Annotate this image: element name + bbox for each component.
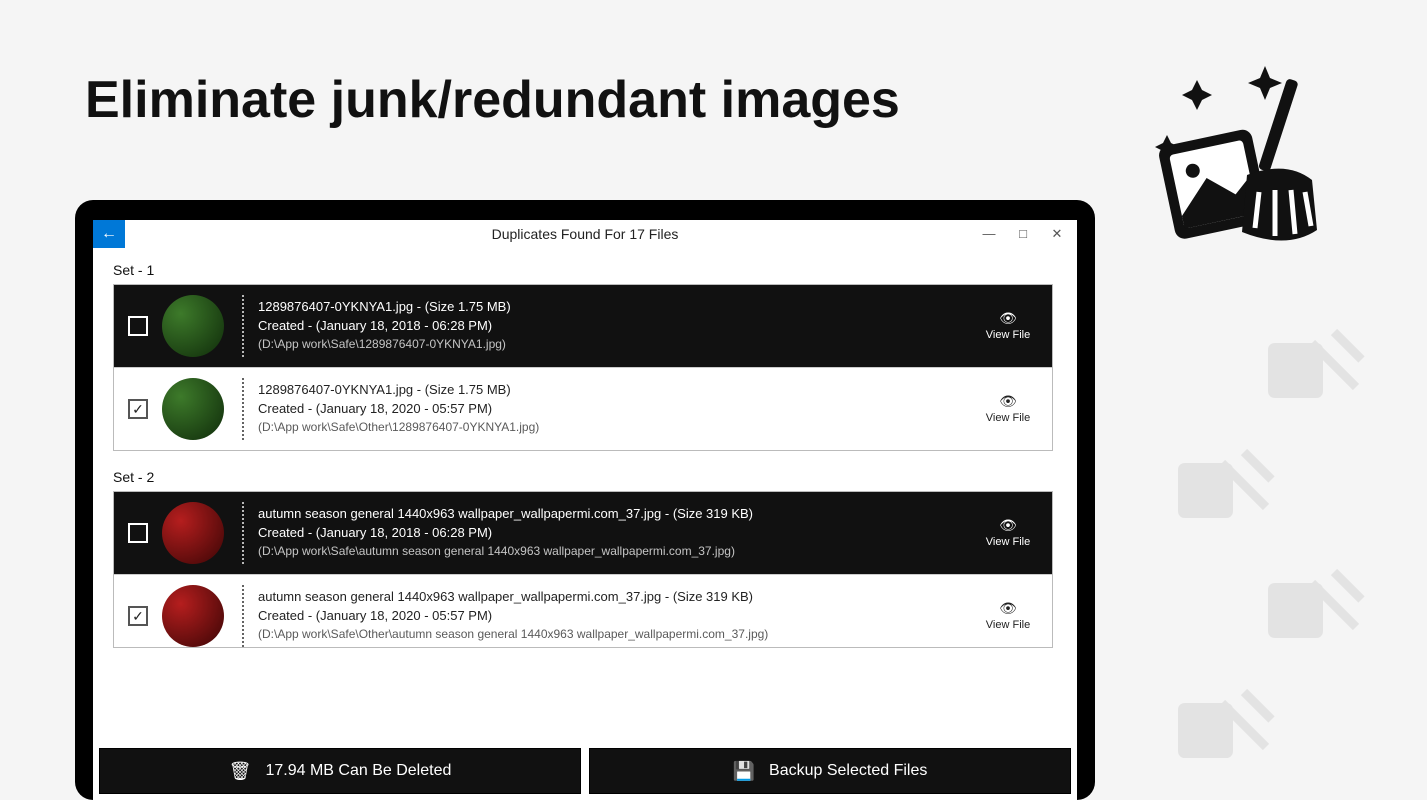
minimize-button[interactable]: — (979, 226, 999, 242)
select-checkbox[interactable] (128, 316, 148, 336)
separator (242, 378, 244, 440)
eye-icon: 👁 (978, 310, 1038, 327)
backup-button[interactable]: 💾 Backup Selected Files (589, 748, 1071, 794)
save-icon: 💾 (733, 761, 755, 782)
file-thumbnail[interactable] (162, 502, 224, 564)
bg-cleanup-icon (1257, 550, 1367, 665)
file-row[interactable]: ✓ 1289876407-0YKNYA1.jpg - (Size 1.75 MB… (114, 367, 1052, 450)
file-info: 1289876407-0YKNYA1.jpg - (Size 1.75 MB) … (258, 298, 978, 353)
maximize-button[interactable]: □ (1013, 226, 1033, 242)
file-created: Created - (January 18, 2020 - 05:57 PM) (258, 607, 978, 626)
file-path: (D:\App work\Safe\Other\1289876407-0YKNY… (258, 419, 978, 436)
device-frame: ← Duplicates Found For 17 Files — □ ✕ Se… (75, 200, 1095, 800)
separator (242, 585, 244, 647)
delete-button[interactable]: 🗑 17.94 MB Can Be Deleted (99, 748, 581, 794)
select-checkbox[interactable]: ✓ (128, 606, 148, 626)
view-file-label: View File (986, 619, 1030, 631)
file-name-size: 1289876407-0YKNYA1.jpg - (Size 1.75 MB) (258, 381, 978, 400)
eye-icon: 👁 (978, 517, 1038, 534)
view-file-label: View File (986, 412, 1030, 424)
file-row[interactable]: autumn season general 1440x963 wallpaper… (114, 492, 1052, 574)
eye-icon: 👁 (978, 393, 1038, 410)
view-file-label: View File (986, 536, 1030, 548)
trash-icon: 🗑 (229, 761, 252, 782)
eye-icon: 👁 (978, 600, 1038, 617)
file-info: autumn season general 1440x963 wallpaper… (258, 588, 978, 643)
file-thumbnail[interactable] (162, 585, 224, 647)
backup-label: Backup Selected Files (769, 762, 927, 780)
bg-cleanup-icon (1167, 670, 1277, 785)
file-name-size: autumn season general 1440x963 wallpaper… (258, 505, 978, 524)
file-path: (D:\App work\Safe\1289876407-0YKNYA1.jpg… (258, 336, 978, 353)
back-button[interactable]: ← (93, 220, 125, 248)
results-list[interactable]: Set - 1 1289876407-0YKNYA1.jpg - (Size 1… (93, 248, 1077, 748)
select-checkbox[interactable] (128, 523, 148, 543)
set-label: Set - 1 (113, 262, 1053, 278)
view-file-label: View File (986, 329, 1030, 341)
window-title: Duplicates Found For 17 Files (492, 226, 679, 242)
set-group: autumn season general 1440x963 wallpaper… (113, 491, 1053, 648)
app-window: ← Duplicates Found For 17 Files — □ ✕ Se… (93, 220, 1077, 800)
action-bar: 🗑 17.94 MB Can Be Deleted 💾 Backup Selec… (93, 748, 1077, 800)
file-path: (D:\App work\Safe\autumn season general … (258, 543, 978, 560)
view-file-button[interactable]: 👁 View File (978, 393, 1038, 425)
file-thumbnail[interactable] (162, 378, 224, 440)
separator (242, 295, 244, 357)
file-info: 1289876407-0YKNYA1.jpg - (Size 1.75 MB) … (258, 381, 978, 436)
file-thumbnail[interactable] (162, 295, 224, 357)
separator (242, 502, 244, 564)
file-name-size: autumn season general 1440x963 wallpaper… (258, 588, 978, 607)
view-file-button[interactable]: 👁 View File (978, 310, 1038, 342)
file-created: Created - (January 18, 2020 - 05:57 PM) (258, 400, 978, 419)
file-path: (D:\App work\Safe\Other\autumn season ge… (258, 626, 978, 643)
view-file-button[interactable]: 👁 View File (978, 600, 1038, 632)
close-button[interactable]: ✕ (1047, 226, 1067, 242)
set-group: 1289876407-0YKNYA1.jpg - (Size 1.75 MB) … (113, 284, 1053, 451)
view-file-button[interactable]: 👁 View File (978, 517, 1038, 549)
file-created: Created - (January 18, 2018 - 06:28 PM) (258, 317, 978, 336)
promo-headline: Eliminate junk/redundant images (85, 70, 900, 130)
bg-cleanup-icon (1257, 310, 1367, 425)
titlebar: ← Duplicates Found For 17 Files — □ ✕ (93, 220, 1077, 248)
bg-cleanup-icon (1167, 430, 1277, 545)
file-row[interactable]: ✓ autumn season general 1440x963 wallpap… (114, 574, 1052, 647)
file-created: Created - (January 18, 2018 - 06:28 PM) (258, 524, 978, 543)
cleanup-icon (1137, 60, 1337, 265)
file-name-size: 1289876407-0YKNYA1.jpg - (Size 1.75 MB) (258, 298, 978, 317)
set-label: Set - 2 (113, 469, 1053, 485)
file-info: autumn season general 1440x963 wallpaper… (258, 505, 978, 560)
file-row[interactable]: 1289876407-0YKNYA1.jpg - (Size 1.75 MB) … (114, 285, 1052, 367)
select-checkbox[interactable]: ✓ (128, 399, 148, 419)
delete-label: 17.94 MB Can Be Deleted (265, 762, 451, 780)
